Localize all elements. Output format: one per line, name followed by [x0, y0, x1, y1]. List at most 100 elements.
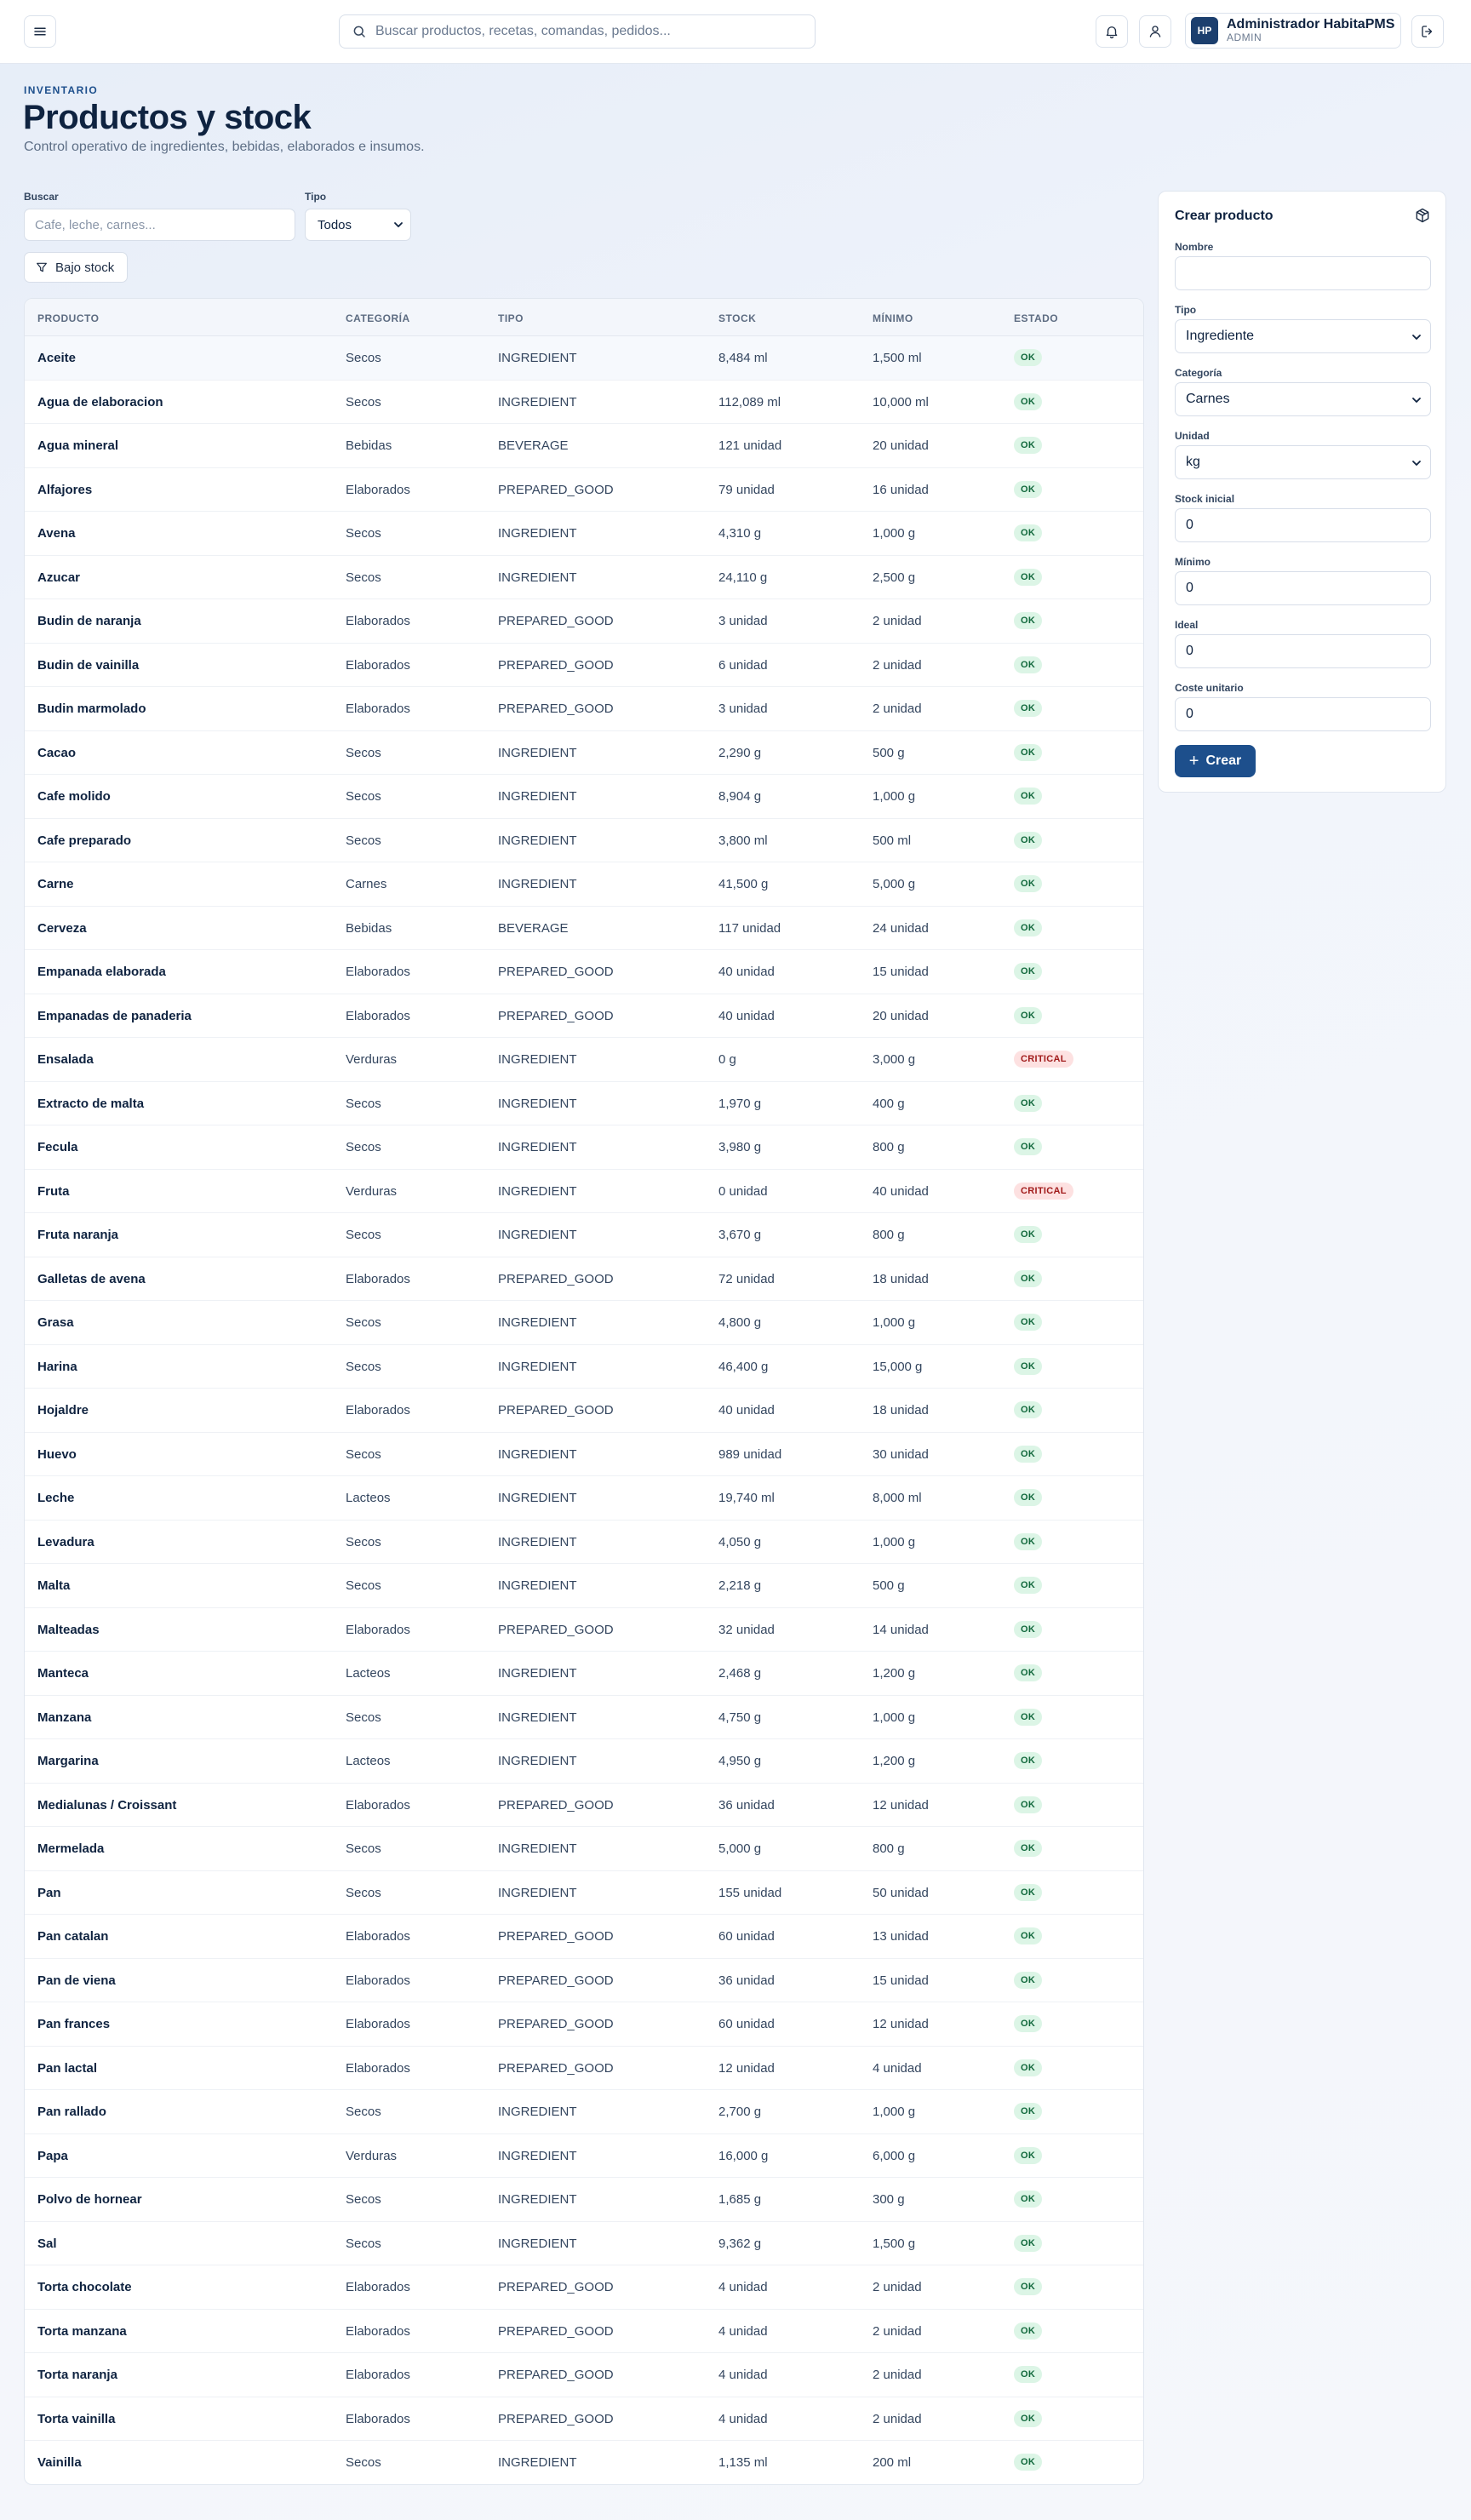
table-row[interactable]: Budin de vainilla Elaborados PREPARED_GOOD… [25, 644, 1143, 687]
product-stock: 3 unidad [718, 614, 768, 628]
table-row[interactable]: Huevo Secos INGREDIENT 989 unidad 30 unidad O… [25, 1433, 1143, 1476]
name-input[interactable] [1175, 256, 1431, 290]
table-row[interactable]: Fruta Verduras INGREDIENT 0 unidad 40 unidad… [25, 1170, 1143, 1213]
top-bar: HP Administrador HabitaPMS ADMIN [0, 0, 1471, 64]
profile-button[interactable] [1139, 15, 1171, 48]
table-row[interactable]: Agua mineral Bebidas BEVERAGE 121 unidad 20 … [25, 424, 1143, 468]
table-row[interactable]: Papa Verduras INGREDIENT 16,000 g 6,000 g OK [25, 2134, 1143, 2178]
product-name: Empanada elaborada [37, 965, 166, 979]
product-stock: 4,750 g [718, 1710, 762, 1725]
product-stock: 3,800 ml [718, 833, 768, 848]
product-category: Secos [346, 1578, 381, 1593]
low-stock-button[interactable]: Bajo stock [24, 252, 128, 283]
table-row[interactable]: Pan de viena Elaborados PREPARED_GOOD 36 un… [25, 1959, 1143, 2002]
table-row[interactable]: Pan catalan Elaborados PREPARED_GOOD 60 uni… [25, 1915, 1143, 1959]
table-row[interactable]: Empanadas de panaderia Elaborados PREPARED… [25, 994, 1143, 1038]
product-type: PREPARED_GOOD [498, 1271, 614, 1286]
table-row[interactable]: Carne Carnes INGREDIENT 41,500 g 5,000 g OK [25, 862, 1143, 907]
table-row[interactable]: Alfajores Elaborados PREPARED_GOOD 79 unida… [25, 468, 1143, 512]
table-row[interactable]: Malta Secos INGREDIENT 2,218 g 500 g OK [25, 1564, 1143, 1608]
status-badge: OK [1014, 1532, 1043, 1550]
category-select-value: Carnes [1186, 392, 1230, 406]
category-select[interactable]: Carnes [1175, 382, 1431, 416]
product-name: Malta [37, 1578, 71, 1593]
status-badge: OK [1014, 524, 1043, 541]
table-row[interactable]: Medialunas / Croissant Elaborados PREPARED… [25, 1784, 1143, 1827]
table-row[interactable]: Harina Secos INGREDIENT 46,400 g 15,000 g OK [25, 1345, 1143, 1389]
product-minimum: 1,500 ml [873, 351, 922, 365]
product-type: INGREDIENT [498, 1841, 577, 1856]
product-stock: 60 unidad [718, 1929, 775, 1944]
table-row[interactable]: Margarina Lacteos INGREDIENT 4,950 g 1,200 g… [25, 1739, 1143, 1784]
stock-input[interactable] [1175, 508, 1431, 542]
table-row[interactable]: Budin marmolado Elaborados PREPARED_GOOD 3 … [25, 687, 1143, 731]
create-button[interactable]: + Crear [1175, 745, 1256, 777]
product-minimum: 30 unidad [873, 1446, 929, 1462]
table-row[interactable]: Fruta naranja Secos INGREDIENT 3,670 g 800 g… [25, 1213, 1143, 1257]
table-row[interactable]: Manteca Lacteos INGREDIENT 2,468 g 1,200 g OK [25, 1652, 1143, 1696]
logout-button[interactable] [1411, 15, 1444, 48]
status-badge: OK [1014, 1006, 1043, 1024]
table-row[interactable]: Cafe molido Secos INGREDIENT 8,904 g 1,000 g… [25, 775, 1143, 819]
table-row[interactable]: Galletas de avena Elaborados PREPARED_GOOD… [25, 1257, 1143, 1301]
table-row[interactable]: Manzana Secos INGREDIENT 4,750 g 1,000 g OK [25, 1696, 1143, 1739]
table-row[interactable]: Empanada elaborada Elaborados PREPARED_GOO… [25, 950, 1143, 994]
table-row[interactable]: Ensalada Verduras INGREDIENT 0 g 3,000 g CRIT… [25, 1038, 1143, 1082]
table-row[interactable]: Pan lactal Elaborados PREPARED_GOOD 12 unid… [25, 2047, 1143, 2090]
table-row[interactable]: Vainilla Secos INGREDIENT 1,135 ml 200 ml OK [25, 2441, 1143, 2484]
type-select[interactable]: Ingrediente [1175, 319, 1431, 353]
table-row[interactable]: Cerveza Bebidas BEVERAGE 117 unidad 24 unida… [25, 907, 1143, 950]
product-category: Elaborados [346, 1403, 410, 1418]
product-minimum: 300 g [873, 2192, 905, 2207]
table-row[interactable]: Extracto de malta Secos INGREDIENT 1,970 g 4… [25, 1082, 1143, 1125]
table-row[interactable]: Sal Secos INGREDIENT 9,362 g 1,500 g OK [25, 2222, 1143, 2265]
type-filter-select[interactable]: Todos [305, 209, 411, 241]
table-row[interactable]: Avena Secos INGREDIENT 4,310 g 1,000 g OK [25, 512, 1143, 556]
product-type: INGREDIENT [498, 1140, 577, 1154]
table-row[interactable]: Cacao Secos INGREDIENT 2,290 g 500 g OK [25, 731, 1143, 775]
notifications-button[interactable] [1096, 15, 1128, 48]
table-row[interactable]: Agua de elaboracion Secos INGREDIENT 112,08… [25, 381, 1143, 424]
search-filter-input[interactable] [24, 209, 295, 241]
table-row[interactable]: Pan Secos INGREDIENT 155 unidad 50 unidad OK [25, 1871, 1143, 1915]
table-row[interactable]: Torta manzana Elaborados PREPARED_GOOD 4 un… [25, 2310, 1143, 2353]
table-row[interactable]: Pan rallado Secos INGREDIENT 2,700 g 1,000 g… [25, 2090, 1143, 2134]
product-name: Margarina [37, 1754, 99, 1768]
global-search[interactable] [339, 14, 816, 49]
table-row[interactable]: Torta chocolate Elaborados PREPARED_GOOD 4 … [25, 2265, 1143, 2310]
table-row[interactable]: Cafe preparado Secos INGREDIENT 3,800 ml 500… [25, 819, 1143, 862]
product-name: Vainilla [37, 2455, 82, 2470]
table-row[interactable]: Azucar Secos INGREDIENT 24,110 g 2,500 g OK [25, 556, 1143, 599]
product-type: INGREDIENT [498, 1228, 577, 1242]
table-row[interactable]: Budin de naranja Elaborados PREPARED_GOOD 3… [25, 599, 1143, 644]
cost-input[interactable] [1175, 697, 1431, 731]
table-row[interactable]: Levadura Secos INGREDIENT 4,050 g 1,000 g OK [25, 1521, 1143, 1564]
product-category: Secos [346, 351, 381, 365]
table-row[interactable]: Fecula Secos INGREDIENT 3,980 g 800 g OK [25, 1125, 1143, 1170]
status-badge: OK [1014, 1226, 1043, 1243]
product-category: Secos [346, 1534, 381, 1549]
ideal-input[interactable] [1175, 634, 1431, 668]
table-row[interactable]: Torta naranja Elaborados PREPARED_GOOD 4 un… [25, 2353, 1143, 2397]
product-stock: 2,290 g [718, 745, 762, 760]
table-row[interactable]: Grasa Secos INGREDIENT 4,800 g 1,000 g OK [25, 1301, 1143, 1345]
product-name: Alfajores [37, 482, 93, 497]
table-row[interactable]: Leche Lacteos INGREDIENT 19,740 ml 8,000 ml O… [25, 1476, 1143, 1521]
user-menu[interactable]: HP Administrador HabitaPMS ADMIN [1185, 13, 1401, 49]
table-row[interactable]: Hojaldre Elaborados PREPARED_GOOD 40 unidad… [25, 1389, 1143, 1433]
menu-button[interactable] [24, 15, 56, 48]
table-row[interactable]: Pan frances Elaborados PREPARED_GOOD 60 uni… [25, 2002, 1143, 2047]
product-type: PREPARED_GOOD [498, 965, 614, 979]
status-badge: OK [1014, 875, 1043, 892]
minimum-input[interactable] [1175, 571, 1431, 605]
global-search-input[interactable] [375, 24, 784, 39]
product-stock: 16,000 g [718, 2148, 769, 2163]
product-type: INGREDIENT [498, 351, 577, 365]
table-row[interactable]: Torta vainilla Elaborados PREPARED_GOOD 4 u… [25, 2397, 1143, 2441]
table-row[interactable]: Polvo de hornear Secos INGREDIENT 1,685 g 30… [25, 2178, 1143, 2222]
table-row[interactable]: Mermelada Secos INGREDIENT 5,000 g 800 g OK [25, 1827, 1143, 1871]
table-row[interactable]: Aceite Secos INGREDIENT 8,484 ml 1,500 ml OK [25, 336, 1143, 381]
table-row[interactable]: Malteadas Elaborados PREPARED_GOOD 32 unida… [25, 1608, 1143, 1652]
unit-select[interactable]: kg [1175, 445, 1431, 479]
search-filter-label: Buscar [24, 191, 59, 203]
